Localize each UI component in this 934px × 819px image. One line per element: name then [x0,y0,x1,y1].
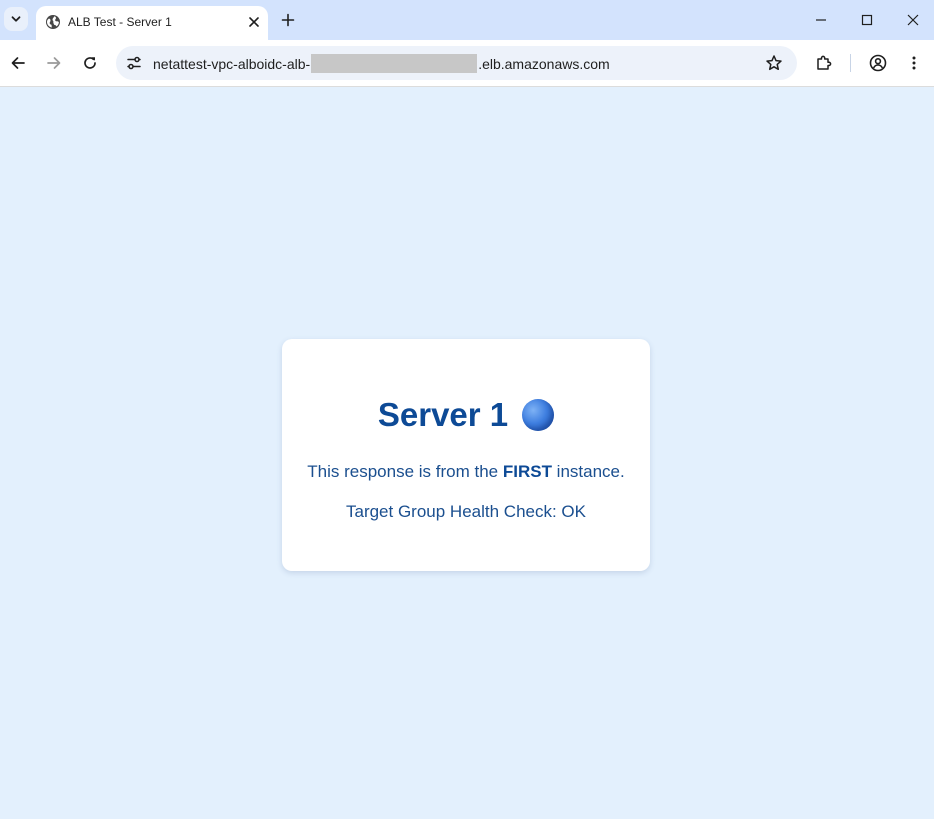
tab-active[interactable]: ALB Test - Server 1 [36,6,268,40]
profile-button[interactable] [866,51,890,75]
tab-strip: ALB Test - Server 1 [0,0,934,40]
browser-menu-button[interactable] [902,51,926,75]
new-tab-button[interactable] [277,9,299,31]
window-close-button[interactable] [899,6,927,34]
kebab-menu-icon [912,56,916,70]
globe-icon [46,15,60,29]
toolbar-separator [850,54,851,72]
extensions-button[interactable] [812,51,836,75]
response-instance: FIRST [502,462,552,481]
tab-close-button[interactable] [243,11,265,33]
reload-button[interactable] [78,51,102,75]
page-viewport: Server 1 This response is from the FIRST… [0,87,934,819]
tune-icon [127,56,141,70]
close-icon [249,17,259,27]
minimize-button[interactable] [807,6,835,34]
heading-text: Server 1 [377,396,509,433]
reload-icon [84,57,96,69]
forward-arrow-icon [47,57,61,69]
url-prefix: netattest-vpc-alboidc-alb- [153,55,311,72]
back-arrow-icon [11,57,25,69]
minimize-icon [816,19,826,21]
url-text[interactable]: netattest-vpc-alboidc-alb- .elb.amazonaw… [153,54,610,73]
star-icon [766,55,782,71]
site-info-button[interactable] [124,53,144,73]
url-suffix: .elb.amazonaws.com [478,55,610,72]
chevron-down-icon [11,16,21,22]
puzzle-icon [817,55,832,70]
health-check-text: Target Group Health Check: OK [345,502,586,521]
server-card: Server 1 This response is from the FIRST… [282,339,650,571]
page-title: Server 1 [282,395,650,435]
globe-icon [522,399,555,431]
response-text-before: This response is from the [307,462,503,481]
maximize-icon [861,14,873,26]
browser-toolbar: netattest-vpc-alboidc-alb- .elb.amazonaw… [0,40,934,87]
back-button[interactable] [6,51,30,75]
tab-title: ALB Test - Server 1 [68,15,172,29]
maximize-button[interactable] [853,6,881,34]
browser-window: ALB Test - Server 1 netattest-vpc-alboid… [0,0,934,819]
bookmark-button[interactable] [764,53,784,73]
close-icon [907,14,919,26]
url-redaction [311,54,478,73]
profile-icon [869,54,887,72]
plus-icon [281,13,295,27]
response-text-after: instance. [551,462,625,481]
address-bar[interactable]: netattest-vpc-alboidc-alb- .elb.amazonaw… [116,46,797,80]
tab-search-button[interactable] [4,7,28,31]
response-text: This response is from the FIRST instance… [282,461,650,483]
forward-button[interactable] [42,51,66,75]
